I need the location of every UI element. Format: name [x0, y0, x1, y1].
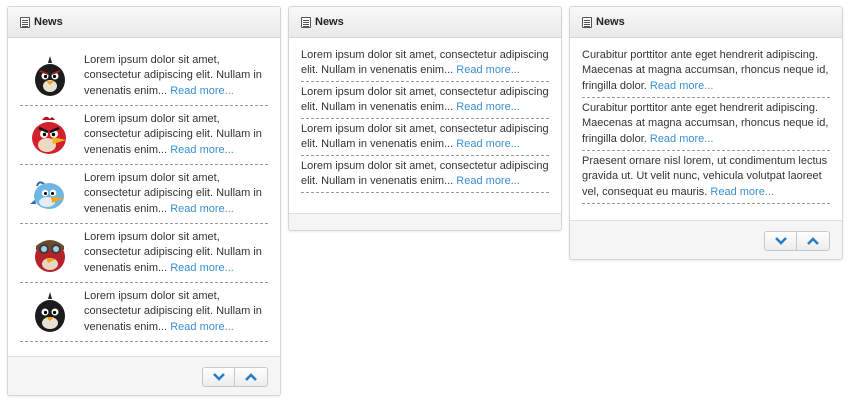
news-text: Lorem ipsum dolor sit amet, consectetur … [84, 289, 268, 336]
list-item: Lorem ipsum dolor sit amet, consectetur … [301, 119, 549, 156]
chevron-up-icon [245, 373, 257, 381]
widget-title: News [34, 16, 63, 28]
read-more-link[interactable]: Read more... [170, 321, 234, 333]
list-item: Lorem ipsum dolor sit amet, consectetur … [301, 45, 549, 82]
news-text: Lorem ipsum dolor sit amet, consectetur … [84, 112, 268, 159]
blue-bird-icon [26, 170, 74, 218]
list-item: Lorem ipsum dolor sit amet, consectetur … [20, 283, 268, 342]
news-text: Lorem ipsum dolor sit amet, consectetur … [84, 230, 268, 277]
scroll-down-button[interactable] [764, 231, 797, 251]
news-icon [20, 16, 30, 28]
read-more-link[interactable]: Read more... [456, 101, 520, 113]
read-more-link[interactable]: Read more... [650, 80, 714, 92]
read-more-link[interactable]: Read more... [710, 186, 774, 198]
goggles-bird-icon [26, 229, 74, 277]
news-widget-3: News Curabitur porttitor ante eget hendr… [569, 6, 843, 260]
read-more-link[interactable]: Read more... [170, 262, 234, 274]
list-item: Praesent ornare nisl lorem, ut condiment… [582, 151, 830, 204]
list-item: Curabitur porttitor ante eget hendrerit … [582, 98, 830, 151]
news-text: Lorem ipsum dolor sit amet, consectetur … [301, 48, 549, 79]
list-item: Curabitur porttitor ante eget hendrerit … [582, 45, 830, 98]
list-item: Lorem ipsum dolor sit amet, consectetur … [301, 82, 549, 119]
widget-header: News [289, 7, 561, 38]
pager-buttons [202, 367, 268, 387]
pager-buttons [764, 231, 830, 251]
widget-header: News [570, 7, 842, 38]
chevron-down-icon [212, 373, 225, 381]
red-bird-icon [26, 111, 74, 159]
scroll-down-button[interactable] [202, 367, 235, 387]
read-more-link[interactable]: Read more... [170, 144, 234, 156]
widget-footer [8, 356, 280, 395]
widget-title: News [596, 16, 625, 28]
read-more-link[interactable]: Read more... [456, 175, 520, 187]
read-more-link[interactable]: Read more... [456, 64, 520, 76]
chevron-down-icon [774, 237, 787, 245]
scroll-up-button[interactable] [797, 231, 830, 251]
widget-footer [570, 220, 842, 259]
list-item: Lorem ipsum dolor sit amet, consectetur … [20, 106, 268, 165]
widget-footer [289, 213, 561, 230]
news-list: Lorem ipsum dolor sit amet, consectetur … [8, 38, 280, 342]
news-icon [582, 16, 592, 28]
widget-header: News [8, 7, 280, 38]
read-more-link[interactable]: Read more... [456, 138, 520, 150]
chevron-up-icon [807, 237, 819, 245]
scroll-up-button[interactable] [235, 367, 268, 387]
news-widget-1: News Lorem ipsum dolor sit amet, consect… [7, 6, 281, 396]
news-text: Lorem ipsum dolor sit amet, consectetur … [301, 159, 549, 190]
news-text: Curabitur porttitor ante eget hendrerit … [582, 101, 830, 148]
widget-title: News [315, 16, 344, 28]
black-bird-icon [26, 52, 74, 100]
news-text: Praesent ornare nisl lorem, ut condiment… [582, 154, 830, 201]
black-bomb-bird-icon [26, 288, 74, 336]
list-item: Lorem ipsum dolor sit amet, consectetur … [20, 224, 268, 283]
news-widget-2: News Lorem ipsum dolor sit amet, consect… [288, 6, 562, 231]
list-item: Lorem ipsum dolor sit amet, consectetur … [301, 156, 549, 193]
news-text: Lorem ipsum dolor sit amet, consectetur … [84, 171, 268, 218]
news-list: Lorem ipsum dolor sit amet, consectetur … [289, 38, 561, 193]
read-more-link[interactable]: Read more... [170, 85, 234, 97]
list-item: Lorem ipsum dolor sit amet, consectetur … [20, 47, 268, 106]
read-more-link[interactable]: Read more... [170, 203, 234, 215]
news-text: Lorem ipsum dolor sit amet, consectetur … [301, 122, 549, 153]
news-body: Praesent ornare nisl lorem, ut condiment… [582, 154, 828, 198]
news-icon [301, 16, 311, 28]
news-text: Lorem ipsum dolor sit amet, consectetur … [84, 53, 268, 100]
news-text: Lorem ipsum dolor sit amet, consectetur … [301, 85, 549, 116]
news-text: Curabitur porttitor ante eget hendrerit … [582, 48, 830, 95]
list-item: Lorem ipsum dolor sit amet, consectetur … [20, 165, 268, 224]
read-more-link[interactable]: Read more... [650, 133, 714, 145]
news-list: Curabitur porttitor ante eget hendrerit … [570, 38, 842, 204]
